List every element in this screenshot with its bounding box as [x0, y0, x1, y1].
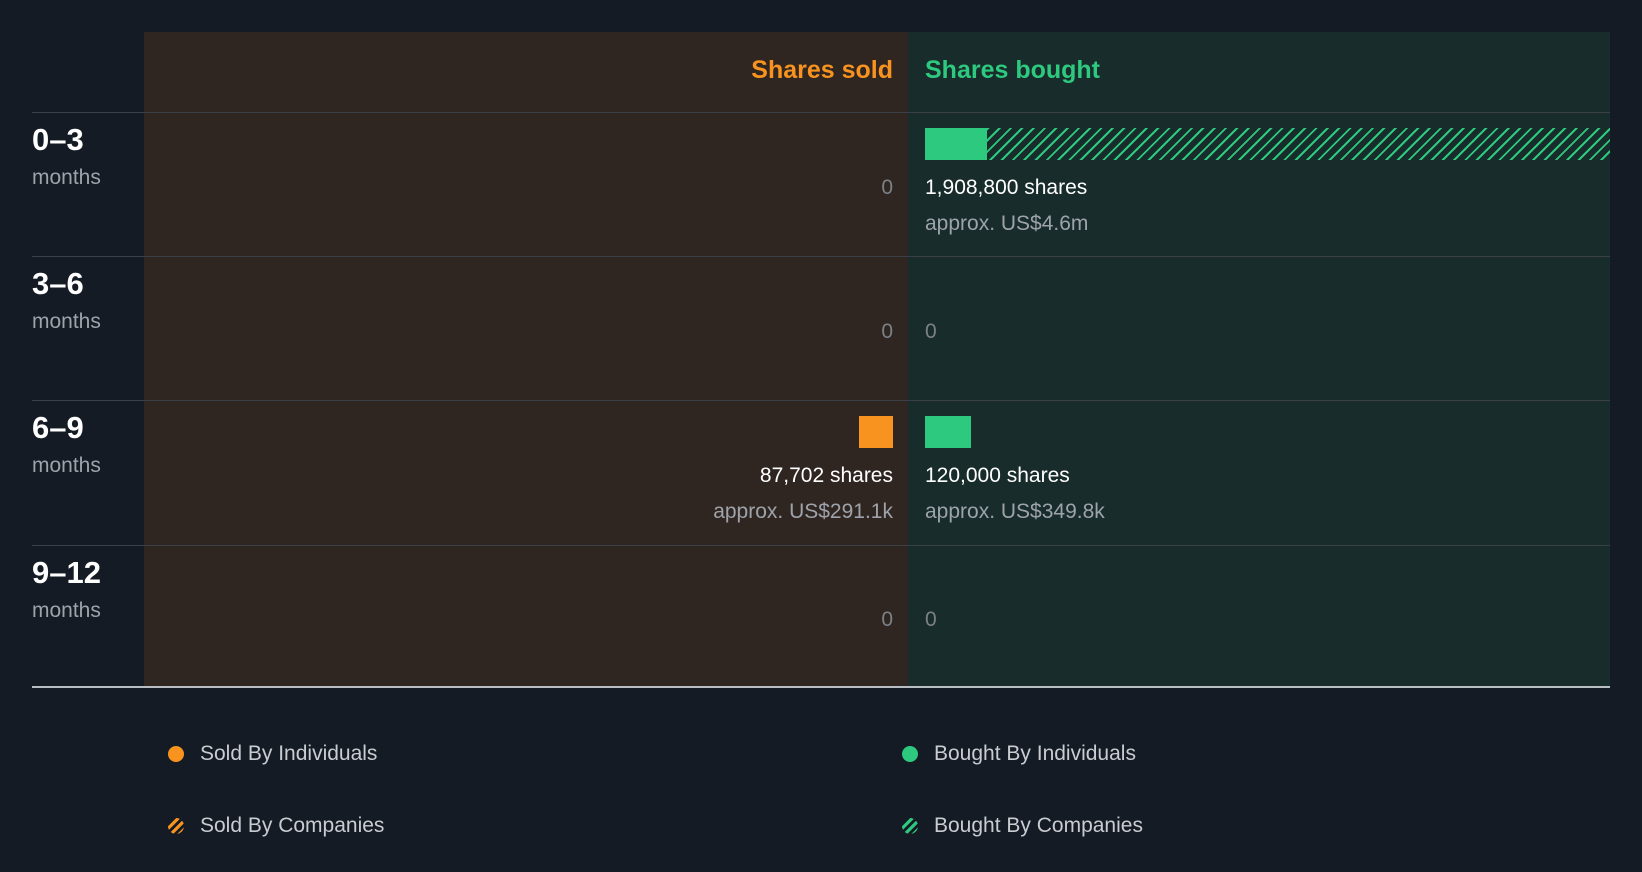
- period-range: 3–6: [32, 266, 84, 301]
- chart-baseline: [32, 686, 1610, 688]
- legend-label: Sold By Individuals: [200, 742, 378, 765]
- shares-bought-header: Shares bought: [925, 56, 1101, 84]
- legend-label: Bought By Individuals: [934, 742, 1136, 765]
- row-divider: [32, 112, 1610, 113]
- period-unit: months: [32, 454, 101, 477]
- period-range: 6–9: [32, 410, 84, 445]
- bar-bought-companies: [987, 128, 1610, 160]
- period-unit: months: [32, 599, 101, 622]
- bought-approx-label: approx. US$349.8k: [925, 500, 1105, 523]
- bought-zero-value: 0: [925, 608, 937, 631]
- shares-sold-panel: [144, 32, 908, 688]
- row-divider: [32, 256, 1610, 257]
- bought-approx-label: approx. US$4.6m: [925, 212, 1089, 235]
- period-unit: months: [32, 166, 101, 189]
- legend-sold-companies[interactable]: Sold By Companies: [168, 812, 384, 840]
- bought-zero-value: 0: [925, 320, 937, 343]
- legend-label: Bought By Companies: [934, 814, 1143, 837]
- row-divider: [32, 545, 1610, 546]
- period-label: 6–9 months: [32, 410, 101, 481]
- bought-shares-label: 120,000 shares: [925, 464, 1070, 487]
- green-hatched-dot-icon: [902, 818, 918, 834]
- legend-label: Sold By Companies: [200, 814, 385, 837]
- bar-bought-individuals: [925, 416, 971, 448]
- green-dot-icon: [902, 746, 918, 762]
- orange-hatched-dot-icon: [168, 818, 184, 834]
- period-label: 3–6 months: [32, 266, 101, 337]
- period-unit: months: [32, 310, 101, 333]
- period-range: 9–12: [32, 555, 101, 590]
- period-label: 9–12 months: [32, 555, 101, 626]
- legend-sold-individuals[interactable]: Sold By Individuals: [168, 740, 377, 768]
- legend-bought-individuals[interactable]: Bought By Individuals: [902, 740, 1136, 768]
- bought-shares-label: 1,908,800 shares: [925, 176, 1088, 199]
- sold-zero-value: 0: [881, 176, 893, 199]
- period-range: 0–3: [32, 122, 84, 157]
- sold-zero-value: 0: [881, 320, 893, 343]
- period-label: 0–3 months: [32, 122, 101, 193]
- sold-zero-value: 0: [881, 608, 893, 631]
- insider-trading-chart: Shares sold Shares bought 0–3 months 0 1…: [0, 0, 1642, 872]
- legend-bought-companies[interactable]: Bought By Companies: [902, 812, 1143, 840]
- shares-sold-header: Shares sold: [751, 56, 893, 84]
- row-divider: [32, 400, 1610, 401]
- sold-approx-label: approx. US$291.1k: [713, 500, 893, 523]
- bar-bought-individuals: [925, 128, 987, 160]
- sold-shares-label: 87,702 shares: [759, 464, 893, 487]
- bar-sold-individuals: [859, 416, 893, 448]
- orange-dot-icon: [168, 746, 184, 762]
